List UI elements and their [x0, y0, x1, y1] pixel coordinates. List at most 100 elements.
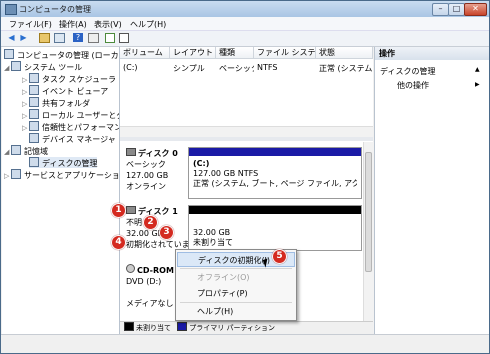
device-manager-icon: [29, 133, 39, 143]
tree-item-label: デバイス マネージャ: [42, 135, 116, 144]
back-icon[interactable]: ◀: [6, 33, 17, 43]
cell-type: ベーシック: [219, 64, 254, 73]
column-header-layout[interactable]: レイアウト: [170, 47, 216, 59]
menu-view[interactable]: 表示(V): [94, 19, 122, 30]
callout-badge-5: 5: [272, 249, 287, 264]
disk-warning-icon: [126, 206, 136, 214]
disk-0-name: ディスク 0: [138, 149, 178, 158]
status-bar: [1, 334, 489, 353]
column-header-status[interactable]: 状態: [316, 47, 373, 59]
tree-item-label: コンピュータの管理 (ローカル): [17, 51, 120, 60]
legend-swatch-primary: [177, 322, 188, 331]
cdrom-name: CD-ROM: [137, 266, 174, 275]
tree-item-shared-folders[interactable]: ▷ 共有フォルダ: [22, 97, 90, 108]
tree-item-label: ディスクの管理: [42, 159, 98, 168]
disk-0-type: ベーシック: [126, 160, 166, 169]
horizontal-scrollbar[interactable]: [120, 126, 373, 137]
menu-help[interactable]: ヘルプ(H): [130, 19, 166, 30]
callout-badge-2: 2: [143, 215, 158, 230]
disk-management-icon: [29, 157, 39, 167]
legend-primary: プライマリ パーティション: [189, 324, 276, 332]
services-icon: [11, 169, 21, 179]
column-header-type[interactable]: 種類: [216, 47, 254, 59]
tree-item-label: 信頼性とパフォーマンス: [42, 123, 119, 132]
menu-item-help[interactable]: ヘルプ(H): [177, 304, 295, 319]
actions-section-disk-management[interactable]: ディスクの管理: [380, 66, 435, 77]
disk-1-info[interactable]: ディスク 1 不明 32.00 GB 初期化されていません: [126, 206, 206, 250]
menu-separator: [180, 302, 292, 303]
volume-c-name: (C:): [193, 159, 210, 168]
unallocated-status: 未割り当て: [193, 238, 233, 247]
tree-item-label: サービスとアプリケーション: [24, 171, 120, 180]
tree-item-reliability[interactable]: ▷ 信頼性とパフォーマンス: [22, 121, 119, 134]
cell-layout: シンプル: [173, 64, 205, 73]
help-icon[interactable]: ?: [73, 33, 83, 42]
tree-item-local-users[interactable]: ▷ローカル ユーザーとグループ: [22, 109, 119, 120]
column-header-volume[interactable]: ボリューム: [120, 47, 170, 59]
scrollbar-thumb[interactable]: [365, 152, 372, 272]
expand-arrow-icon[interactable]: ▷: [22, 123, 29, 134]
menu-action[interactable]: 操作(A): [59, 19, 87, 30]
actions-header: 操作: [375, 47, 489, 60]
unallocated-block[interactable]: 32.00 GB 未割り当て: [188, 205, 362, 251]
cdrom-icon: [126, 264, 135, 273]
navigation-tree: コンピュータの管理 (ローカル) ◢ システム ツール ▷ タスク スケジューラ ▷…: [2, 47, 120, 352]
menu-file[interactable]: ファイル(F): [9, 19, 52, 30]
tree-item-event-viewer[interactable]: ▷ イベント ビューア: [22, 85, 108, 96]
actions-more-actions[interactable]: 他の操作: [397, 80, 429, 91]
disk-0-size: 127.00 GB: [126, 171, 169, 180]
toolbar: ◀ ▶ ?: [1, 31, 489, 47]
collapse-arrow-icon[interactable]: ◢: [4, 63, 11, 74]
export-icon[interactable]: [105, 33, 115, 43]
tree-item-label: イベント ビューア: [42, 87, 109, 96]
forward-icon[interactable]: ▶: [18, 33, 29, 43]
storage-icon: [11, 145, 21, 155]
legend-unallocated: 未割り当て: [136, 324, 171, 332]
tree-item-disk-management[interactable]: ディスクの管理: [29, 157, 98, 168]
tree-item-computer-management[interactable]: コンピュータの管理 (ローカル): [4, 49, 120, 60]
tree-item-device-manager[interactable]: デバイス マネージャ: [29, 133, 116, 144]
disk-1-size: 32.00 GB: [126, 229, 164, 238]
disk-0-status: オンライン: [126, 182, 166, 191]
maximize-button[interactable]: □: [448, 3, 465, 16]
disk-icon: [126, 148, 136, 156]
column-header-filesystem[interactable]: ファイル システム: [254, 47, 316, 59]
volume-c-status: 正常 (システム, ブート, ページ ファイル, アクティ: [193, 179, 357, 188]
volume-c-block[interactable]: (C:) 127.00 GB NTFS 正常 (システム, ブート, ページ フ…: [188, 147, 362, 199]
tree-item-label: システム ツール: [24, 63, 83, 72]
menu-item-offline[interactable]: オフライン(O): [177, 270, 295, 285]
cell-volume: (C:): [123, 63, 138, 72]
tree-item-services[interactable]: ▷ サービスとアプリケーション: [4, 169, 120, 182]
tree-item-label: ローカル ユーザーとグループ: [42, 111, 119, 120]
minimize-button[interactable]: –: [432, 3, 449, 16]
collapse-up-icon[interactable]: ▲: [475, 66, 480, 73]
callout-badge-4: 4: [111, 235, 126, 250]
computer-management-icon: [5, 4, 17, 15]
unallocated-bar: [189, 206, 361, 214]
show-hide-tree-icon[interactable]: [54, 33, 65, 43]
shared-folder-icon: [29, 97, 39, 107]
tree-item-task-scheduler[interactable]: ▷ タスク スケジューラ: [22, 73, 116, 84]
menu-item-properties[interactable]: プロパティ(P): [177, 286, 295, 301]
disk-0-info[interactable]: ディスク 0 ベーシック 127.00 GB オンライン: [126, 148, 182, 192]
tree-item-label: タスク スケジューラ: [42, 75, 116, 84]
tree-item-label: 記憶域: [24, 147, 48, 156]
legend-swatch-unallocated: [124, 322, 134, 331]
menu-bar: ファイル(F) 操作(A) 表示(V) ヘルプ(H): [1, 17, 489, 31]
up-folder-icon[interactable]: [39, 33, 50, 43]
expand-arrow-icon[interactable]: ▷: [4, 171, 11, 182]
pane-splitter[interactable]: [120, 137, 373, 141]
refresh-icon[interactable]: [119, 33, 129, 43]
title-bar[interactable]: コンピュータの管理 – □ ✕: [1, 1, 489, 17]
performance-icon: [29, 121, 39, 131]
tools-icon: [11, 61, 21, 71]
primary-partition-bar: [189, 148, 361, 156]
unallocated-size: 32.00 GB: [193, 228, 231, 237]
vertical-scrollbar[interactable]: [363, 142, 374, 333]
tree-item-storage[interactable]: ◢ 記憶域: [4, 145, 48, 156]
tree-item-system-tools[interactable]: ◢ システム ツール: [4, 61, 82, 72]
close-button[interactable]: ✕: [464, 3, 487, 16]
collapse-arrow-icon[interactable]: ◢: [4, 147, 11, 158]
callout-badge-1: 1: [111, 203, 126, 218]
properties-icon[interactable]: [88, 33, 99, 43]
